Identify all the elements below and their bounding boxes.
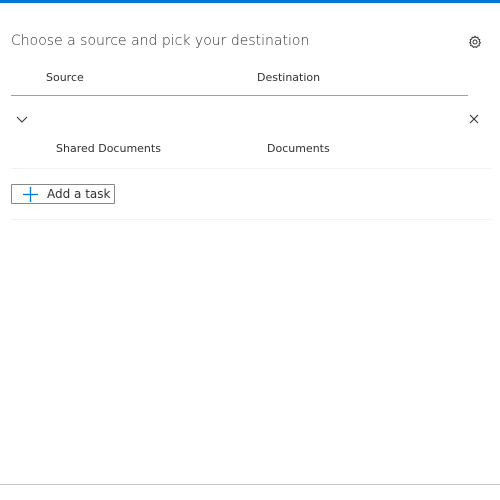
- row-divider: [11, 168, 491, 169]
- title-row: Choose a source and pick your destinatio…: [11, 33, 491, 55]
- add-task-button[interactable]: Add a task: [11, 184, 115, 204]
- task-source-cell: Shared Documents: [56, 142, 161, 155]
- column-header-source: Source: [46, 71, 84, 84]
- page-title: Choose a source and pick your destinatio…: [11, 33, 310, 49]
- task-destination-cell: Documents: [267, 142, 330, 155]
- add-task-label: Add a task: [47, 187, 111, 201]
- plus-icon: [22, 186, 39, 203]
- list-bottom-divider: [11, 219, 491, 220]
- column-header-destination: Destination: [257, 71, 321, 84]
- gear-icon[interactable]: [468, 34, 482, 49]
- close-icon[interactable]: [467, 111, 481, 125]
- chevron-down-icon[interactable]: [15, 111, 29, 123]
- migration-panel: Choose a source and pick your destinatio…: [0, 0, 500, 500]
- header-divider: [11, 95, 468, 96]
- footer-divider: [0, 484, 500, 485]
